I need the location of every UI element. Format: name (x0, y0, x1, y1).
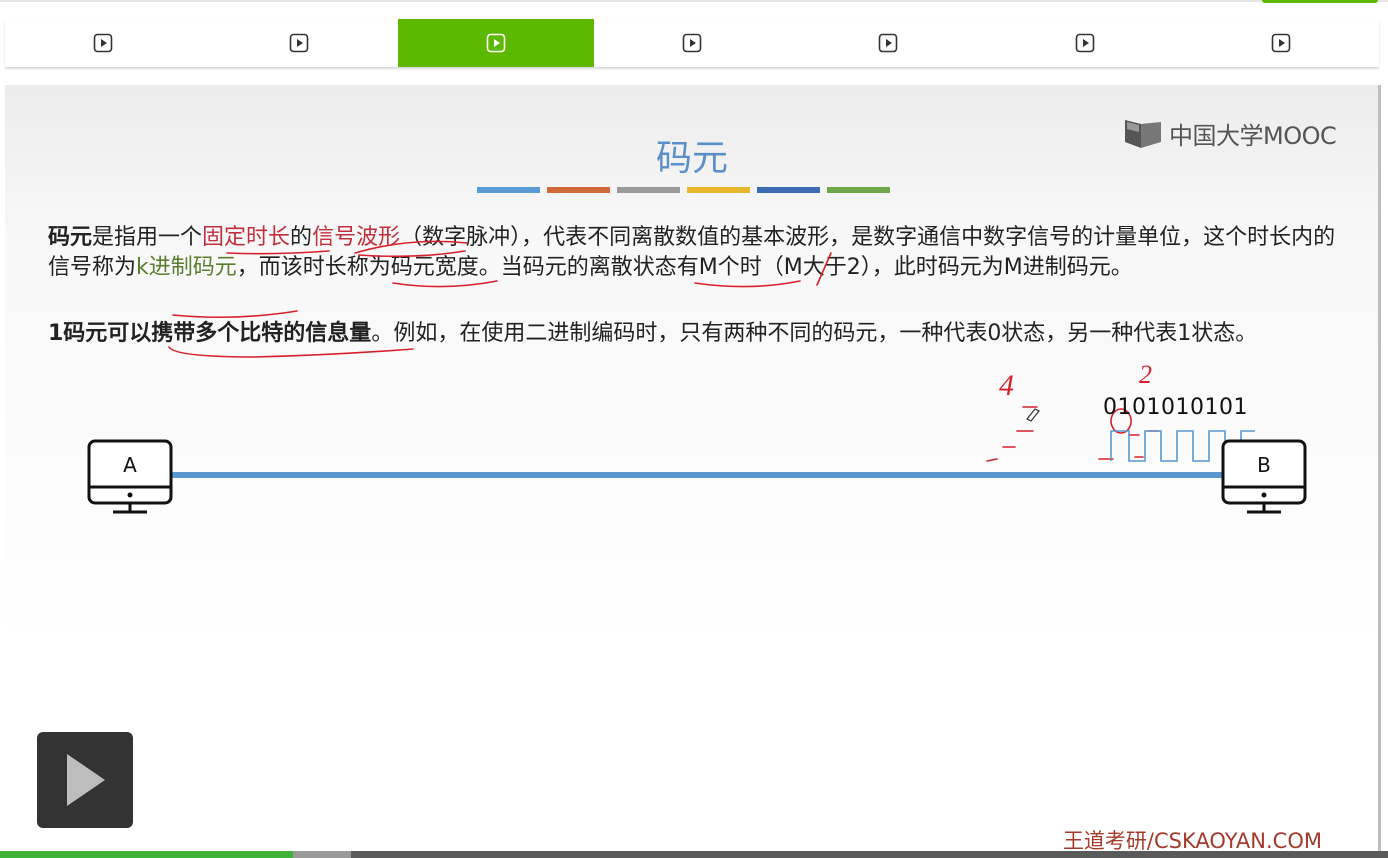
lesson-tab-4[interactable] (594, 19, 790, 67)
paragraph-1: 码元是指用一个固定时长的信号波形（数字脉冲），代表不同离散数值的基本波形，是数字… (48, 223, 1338, 283)
p1-k-ary-symbol: k进制码元 (136, 255, 237, 280)
p1-fixed-duration: 固定时长 (202, 225, 291, 250)
lesson-tab-5[interactable] (790, 19, 986, 67)
slide-edge-shadow (1378, 85, 1381, 851)
computer-a: A (87, 439, 173, 515)
computer-b: B (1221, 439, 1307, 515)
play-square-icon (93, 33, 113, 53)
play-square-icon (682, 33, 702, 53)
play-square-icon (486, 33, 506, 53)
play-square-icon (1271, 33, 1291, 53)
p1-text-a: 是指用一个 (92, 225, 203, 250)
lesson-tab-6[interactable] (986, 19, 1182, 67)
underline-m-ary-symbol (172, 310, 298, 319)
top-border (0, 0, 1388, 2)
mooc-logo-text: 中国大学MOOC (1169, 121, 1337, 150)
color-bar-darkblue (757, 187, 820, 193)
mooc-logo: 中国大学MOOC (1123, 115, 1337, 151)
pen-cursor-icon (1026, 408, 1040, 422)
color-bar-green (827, 187, 890, 193)
term-symbol: 码元 (48, 225, 93, 250)
progress-played (0, 851, 293, 858)
course-player-page: 码元 中国大学MOOC 码元是指用一个固定时长的信号波形（数字脉冲），代表不同离… (0, 0, 1388, 858)
p1-text-b: 的 (290, 225, 313, 250)
computer-b-label: B (1257, 453, 1271, 477)
play-button[interactable] (37, 732, 133, 828)
p2-bold-statement: 1码元可以携带多个比特的信息量 (48, 321, 372, 346)
progress-buffered (293, 851, 351, 858)
left-dashes (986, 406, 1038, 462)
computer-monitor-icon (87, 439, 173, 514)
color-bar-yellow (687, 187, 750, 193)
p1-text-f: 。 (1110, 255, 1133, 280)
computer-monitor-icon (1221, 439, 1307, 514)
p1-symbol-width: 码元宽度 (390, 255, 479, 280)
title-color-bars (477, 187, 897, 195)
bit-sequence: 0101010101 (1103, 395, 1248, 420)
computer-a-label: A (123, 453, 137, 477)
p2-text: 。例如，在使用二进制编码时，只有两种不同的码元，一种代表0状态，另一种代表1状态… (371, 321, 1258, 346)
handwritten-four: 4 (999, 369, 1014, 402)
play-square-icon (878, 33, 898, 53)
play-icon (67, 754, 105, 806)
play-square-icon (1075, 33, 1094, 53)
play-square-icon (290, 33, 309, 53)
lesson-tab-1[interactable] (5, 19, 201, 67)
p1-text-e: 。当码元的离散状态有M个时（M大于2），此时码元为 (478, 255, 1004, 280)
color-bar-blue (477, 187, 540, 193)
mooc-logo-icon (1125, 120, 1161, 148)
video-slide[interactable]: 码元 中国大学MOOC 码元是指用一个固定时长的信号波形（数字脉冲），代表不同离… (5, 85, 1379, 853)
color-bar-gray (617, 187, 680, 193)
handwritten-annotations: 4 2 (168, 240, 1255, 478)
lesson-tab-7[interactable] (1183, 19, 1379, 67)
p1-m-ary-symbol: M进制码元 (1003, 255, 1111, 280)
red-ticks (1128, 430, 1160, 458)
video-progress-bar[interactable] (0, 851, 1388, 858)
lesson-tab-3-active[interactable] (397, 19, 594, 67)
lesson-tab-2[interactable] (201, 19, 397, 67)
paragraph-2: 1码元可以携带多个比特的信息量。例如，在使用二进制编码时，只有两种不同的码元，一… (48, 319, 1338, 349)
top-accent-button[interactable] (1262, 0, 1378, 3)
p1-text-d: ，而该时长称为 (236, 255, 391, 280)
handwritten-two: 2 (1139, 360, 1152, 389)
color-bar-orange (547, 187, 610, 193)
p1-signal-waveform: 信号波形 (312, 225, 401, 250)
lesson-tab-bar (5, 19, 1379, 68)
